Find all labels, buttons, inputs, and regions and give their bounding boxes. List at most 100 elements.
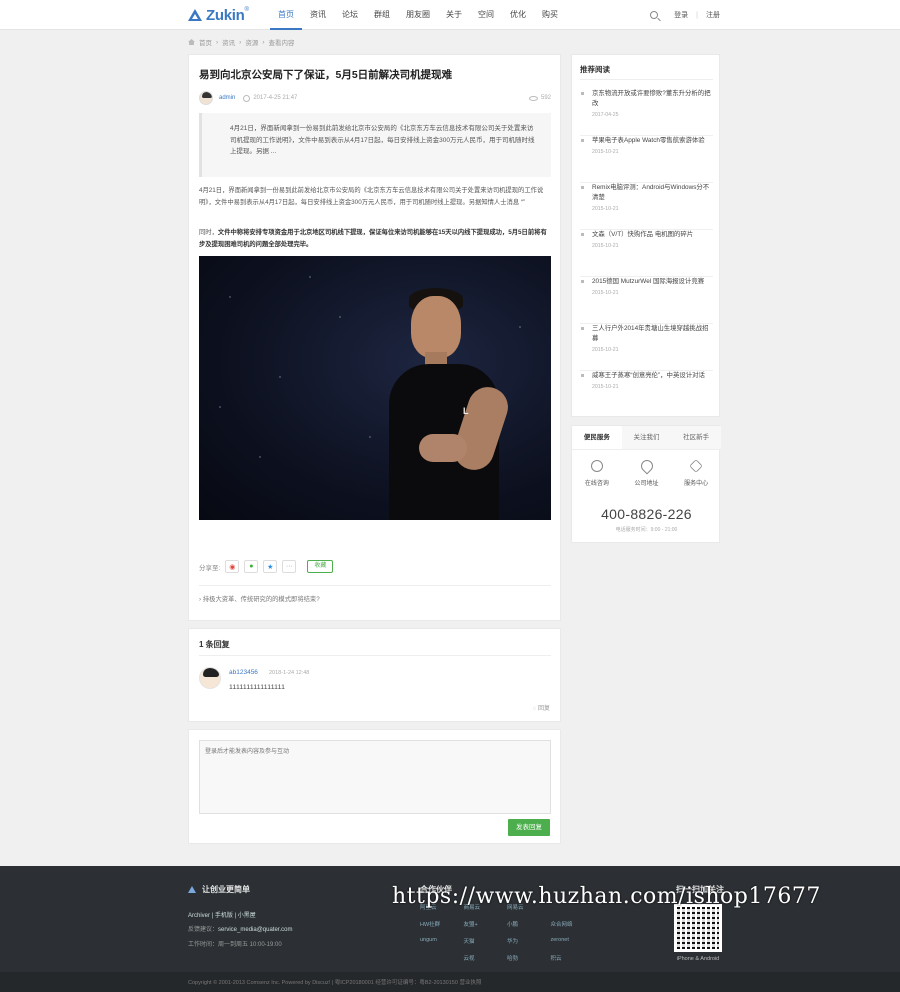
service-phone: 400-8826-226	[601, 506, 692, 522]
reply-button[interactable]: ◌ 回复	[533, 703, 550, 712]
partner-logo[interactable]: 小鹏	[507, 920, 547, 928]
footer-hours: 工作时间：周一到周五 10:00-19:00	[188, 942, 282, 948]
partner-logo[interactable]: HW社群	[420, 920, 460, 928]
list-item[interactable]: 2015德国 MutzurWel 国际海报设计竞赛 2015-10-21	[580, 277, 713, 324]
compose-card: 发表回复	[188, 729, 561, 844]
publish-time: 2017-4-25 21:47	[253, 95, 298, 101]
nav-item-groups[interactable]: 群组	[366, 0, 398, 30]
paragraph-bold: 文件中称将安排专项资金用于北京地区司机线下提现，保证每位来访司机能够在15天以内…	[199, 229, 547, 248]
recommended-list: 京东物流开放或许要惨败?董东升分析的把改 2017-04-25 苹果电子表Appl…	[580, 89, 713, 418]
favorite-button[interactable]: 收藏	[307, 560, 334, 573]
service-center-button[interactable]: 服务中心	[671, 459, 721, 487]
nav-item-buy[interactable]: 购买	[534, 0, 566, 30]
list-item[interactable]: 三人行户外2014年贵塘山生境穿越挑战招募 2015-10-21	[580, 324, 713, 371]
partner-logo[interactable]: 云视	[464, 954, 504, 962]
nav-item-forum[interactable]: 论坛	[334, 0, 366, 30]
logo-text: Zukin	[206, 6, 245, 24]
breadcrumb-home[interactable]: 首页	[199, 37, 212, 47]
auth-separator: |	[696, 11, 698, 19]
prev-article-link[interactable]: › 持极大资革、传统研究的的模式即将结束?	[199, 585, 551, 603]
footer-slogan: 让创业更简单	[202, 885, 250, 894]
tab-follow-us[interactable]: 关注我们	[621, 426, 672, 449]
reply-username[interactable]: ab123456	[229, 669, 258, 676]
service-card: 便民服务 关注我们 社区新手 在线咨询 公司地址 服务中心 400-8826-2…	[571, 425, 722, 543]
logo-triangle-icon	[188, 9, 202, 21]
partner-logo[interactable]: zeronet	[551, 937, 591, 945]
share-bar: 分享至: ◉ ● ★ ··· 收藏	[199, 560, 334, 573]
top-navbar: Zukin ® 首页 资讯 论坛 群组 朋友圈 关于 空间 优化 购买 登录 |…	[0, 0, 900, 30]
heart-icon	[689, 459, 703, 473]
list-item[interactable]: 苹果电子表Apple Watch零售航索游体验 2015-10-21	[580, 136, 713, 183]
more-share-icon[interactable]: ···	[282, 560, 297, 573]
article-paragraph-2: 同时，文件中称将安排专项资金用于北京地区司机线下提现，保证每位来访司机能够在15…	[199, 227, 551, 250]
le-brand-icon: L	[463, 406, 469, 416]
partner-logo[interactable]: ungum	[420, 937, 460, 945]
nav-item-home[interactable]: 首页	[270, 0, 302, 30]
replies-card: 1 条回复 ab123456 2018-1-24 12:48 111111111…	[188, 628, 561, 722]
list-item[interactable]: 京东物流开放或许要惨败?董东升分析的把改 2017-04-25	[580, 89, 713, 136]
reply-avatar[interactable]	[199, 667, 221, 689]
breadcrumb-resources[interactable]: 资源	[245, 37, 258, 47]
clock-icon	[243, 94, 251, 102]
tab-convenience-service[interactable]: 便民服务	[572, 426, 622, 449]
home-icon[interactable]	[188, 39, 195, 45]
article-summary: 4月21日，界面新闻拿到一份易到此前发给北京市公安局的《北京东方车云信息技术有限…	[199, 113, 551, 177]
footer-mail-address[interactable]: service_media@quater.com	[218, 927, 292, 933]
tab-newbie[interactable]: 社区新手	[671, 426, 722, 449]
list-item[interactable]: 文森（V/T）快购作品 电机图的碎片 2015-10-21	[580, 230, 713, 277]
article-title: 易到向北京公安局下了保证，5月5日前解决司机提现难	[199, 69, 453, 81]
nav-item-optimize[interactable]: 优化	[502, 0, 534, 30]
partner-logo[interactable]: 众合网络	[551, 920, 591, 928]
qr-code-image	[674, 904, 722, 952]
footer-logo: 让创业更简单	[188, 884, 250, 895]
recommended-heading: 推荐阅读	[580, 65, 610, 74]
watermark-text: https://www.huzhan.com/ishop17677	[392, 884, 821, 909]
article-photo: L	[199, 256, 551, 520]
reply-label: 回复	[537, 706, 550, 712]
partner-logo[interactable]: 哈勃	[507, 954, 547, 962]
qzone-share-icon[interactable]: ★	[263, 560, 278, 573]
view-count-value: 592	[540, 95, 551, 101]
partners-grid: 阿里云 商易云 网易云 HW社群 友盟+ 小鹏 众合网络 ungum 天猫 华为…	[420, 903, 590, 962]
post-reply-button[interactable]: 发表回复	[508, 819, 550, 836]
site-logo[interactable]: Zukin ®	[188, 6, 249, 24]
breadcrumb-current: 查看内容	[268, 40, 295, 47]
prev-article-title: 持极大资革、传统研究的的模式即将结束?	[202, 596, 320, 603]
copyright-text: Copyright © 2001-2013 Comsenz Inc. Power…	[188, 980, 482, 986]
partner-logo[interactable]: 天猫	[464, 937, 504, 945]
register-link[interactable]: 注册	[706, 10, 720, 20]
login-link[interactable]: 登录	[674, 10, 688, 20]
service-icons: 在线咨询 公司地址 服务中心	[572, 457, 721, 487]
auth-area: 登录 | 注册	[650, 0, 720, 30]
eye-icon	[528, 95, 538, 101]
author-avatar[interactable]	[199, 91, 213, 105]
partner-logo[interactable]: 友盟+	[464, 920, 504, 928]
replies-heading: 1 条回复	[199, 640, 230, 649]
search-icon[interactable]	[650, 11, 659, 19]
recommended-card: 推荐阅读 京东物流开放或许要惨败?董东升分析的把改 2017-04-25 苹果电子…	[571, 54, 720, 417]
partner-logo[interactable]: 华为	[507, 937, 547, 945]
company-address-button[interactable]: 公司地址	[622, 457, 672, 487]
user-icon	[590, 460, 603, 472]
author-name[interactable]: admin	[219, 95, 235, 101]
list-item[interactable]: Remix电脑评测：Android与Windows分不清楚 2015-10-21	[580, 183, 713, 230]
nav-item-moments[interactable]: 朋友圈	[398, 0, 438, 30]
service-tabs: 便民服务 关注我们 社区新手	[572, 426, 722, 450]
weibo-share-icon[interactable]: ◉	[225, 560, 240, 573]
breadcrumb-news[interactable]: 资讯	[222, 37, 235, 47]
footer-links[interactable]: Archiver | 手机版 | 小黑屋	[188, 910, 256, 919]
logo-registered-mark: ®	[244, 7, 249, 13]
view-count: 592	[528, 95, 551, 101]
wechat-share-icon[interactable]: ●	[244, 560, 259, 573]
nav-item-space[interactable]: 空间	[470, 0, 502, 30]
nav-item-about[interactable]: 关于	[438, 0, 470, 30]
breadcrumb: 首页 › 资讯 › 资源 › 查看内容	[188, 37, 295, 47]
online-consult-button[interactable]: 在线咨询	[572, 460, 622, 487]
reply-textarea[interactable]	[199, 740, 551, 814]
partner-logo[interactable]: 积云	[551, 954, 591, 962]
partner-logo[interactable]	[420, 954, 460, 962]
nav-item-news[interactable]: 资讯	[302, 0, 334, 30]
list-item[interactable]: 威寒王子蒸寒“创意亮伦”，中英设计对话 2015-10-21	[580, 371, 713, 418]
share-label: 分享至:	[199, 564, 221, 572]
footer-mail: 反馈建议：service_media@quater.com	[188, 927, 293, 933]
